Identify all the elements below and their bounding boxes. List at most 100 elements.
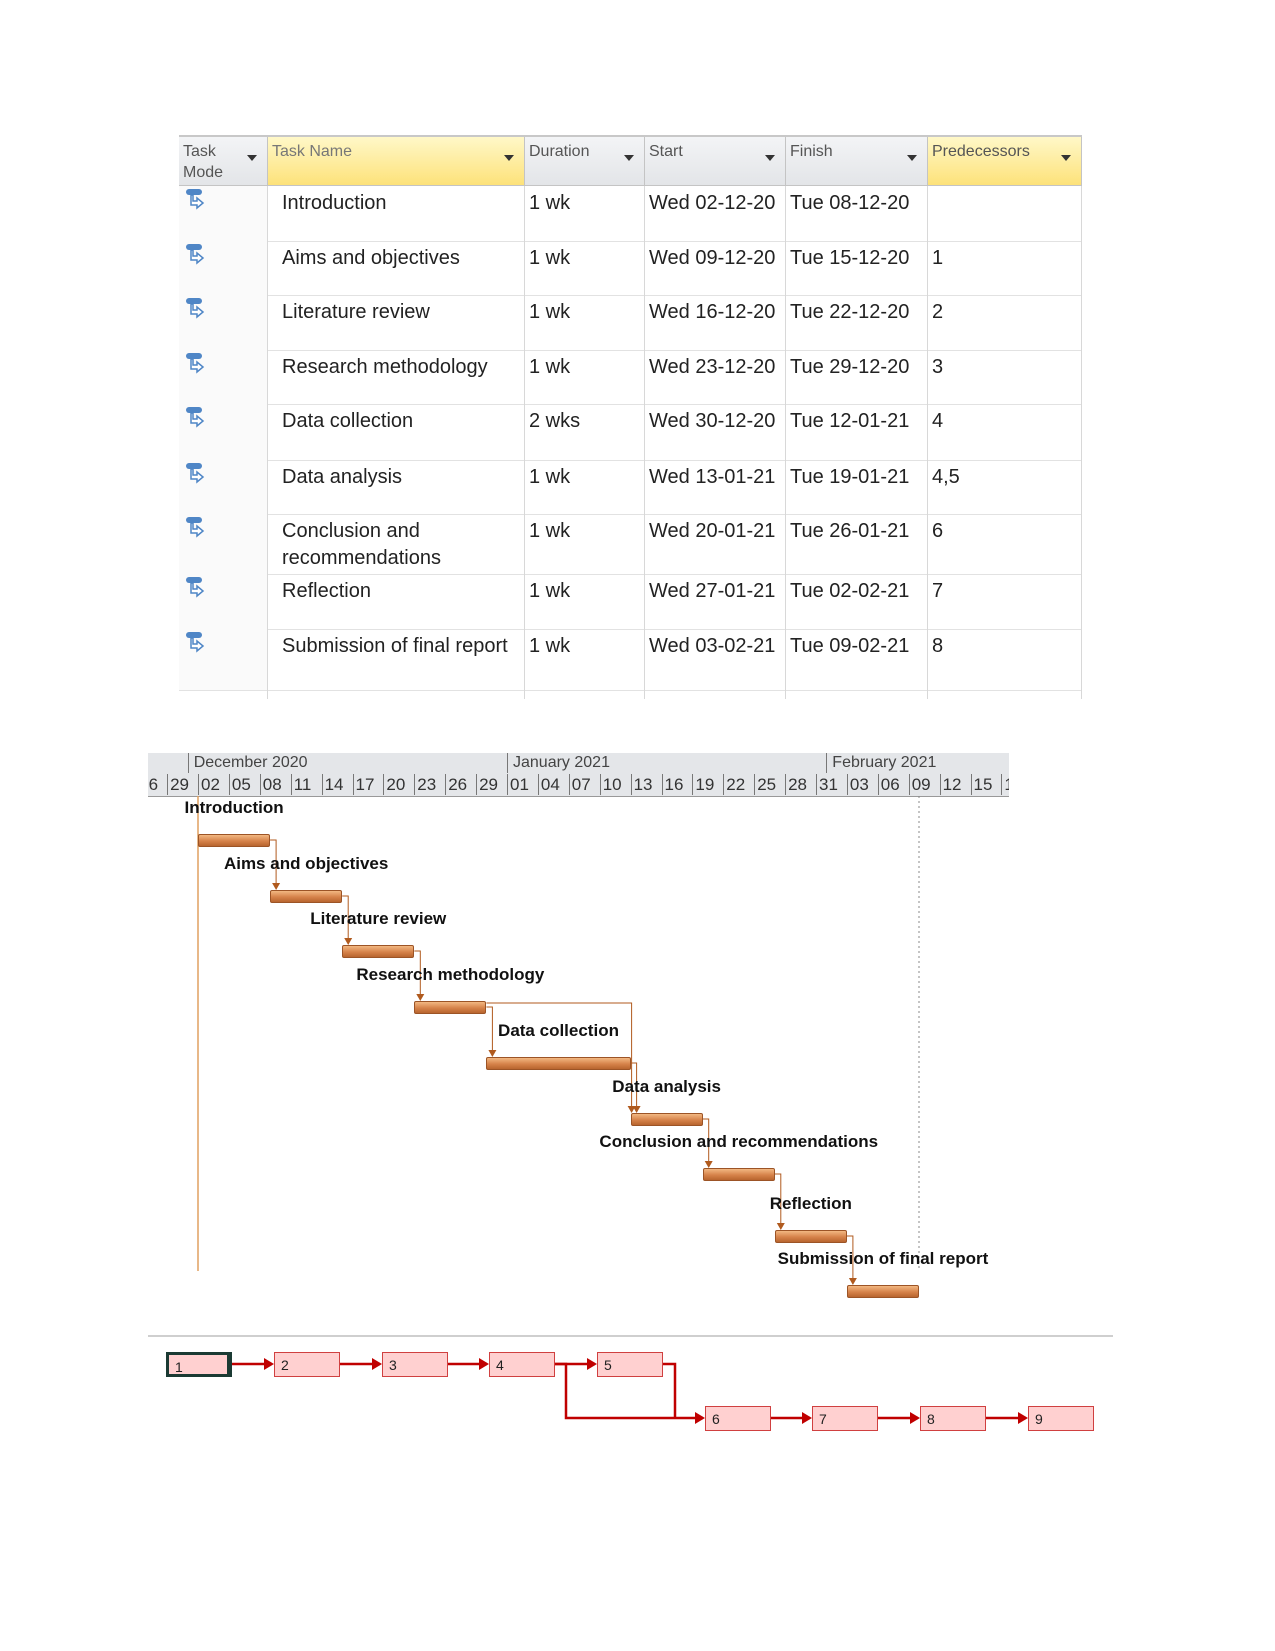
cell-start[interactable]: Wed 20-01-21 xyxy=(645,514,786,574)
table-row[interactable]: Literature review 1 wk Wed 16-12-20 Tue 22-… xyxy=(179,295,1082,351)
cell-start[interactable]: Wed 30-12-20 xyxy=(645,404,786,460)
column-header-predecessors[interactable]: Predecessors xyxy=(928,137,1082,186)
table-row[interactable]: Submission of final report 1 wk Wed 03-02-… xyxy=(179,629,1082,691)
column-header-duration[interactable]: Duration xyxy=(525,137,645,186)
node-id: 2 xyxy=(281,1357,289,1373)
cell-empty xyxy=(928,690,1082,699)
dropdown-arrow-icon[interactable] xyxy=(765,155,775,161)
auto-scheduled-task-icon xyxy=(186,298,205,319)
cell-predecessors[interactable]: 8 xyxy=(928,629,1082,690)
gantt-bar[interactable] xyxy=(630,1113,703,1126)
cell-predecessors[interactable]: 4 xyxy=(928,404,1082,460)
gantt-bar[interactable] xyxy=(774,1230,847,1243)
cell-finish[interactable]: Tue 19-01-21 xyxy=(786,460,928,514)
cell-start[interactable]: Wed 09-12-20 xyxy=(645,241,786,295)
cell-finish[interactable]: Tue 26-01-21 xyxy=(786,514,928,574)
column-header-task-name[interactable]: Task Name xyxy=(268,137,525,186)
cell-duration[interactable]: 1 wk xyxy=(525,629,645,690)
duration-value: 1 wk xyxy=(529,356,571,378)
cell-task-name[interactable]: Aims and objectives xyxy=(268,241,525,295)
cell-finish[interactable]: Tue 09-02-21 xyxy=(786,629,928,690)
predecessors-value: 4 xyxy=(932,410,944,432)
cell-duration[interactable]: 1 wk xyxy=(525,460,645,514)
start-value: Wed 23-12-20 xyxy=(649,356,776,378)
table-row[interactable]: Research methodology 1 wk Wed 23-12-20 Tue … xyxy=(179,350,1082,405)
cell-duration[interactable]: 1 wk xyxy=(525,574,645,629)
cell-task-name[interactable]: Conclusion and recommendations xyxy=(268,514,525,574)
link-arrowhead xyxy=(704,1161,713,1168)
network-node[interactable]: 6 xyxy=(705,1406,771,1431)
cell-duration[interactable]: 1 wk xyxy=(525,514,645,574)
cell-finish[interactable]: Tue 12-01-21 xyxy=(786,404,928,460)
cell-predecessors[interactable] xyxy=(928,186,1082,241)
cell-start[interactable]: Wed 23-12-20 xyxy=(645,350,786,404)
cell-start[interactable]: Wed 02-12-20 xyxy=(645,186,786,241)
view-divider[interactable] xyxy=(148,1335,1113,1337)
cell-predecessors[interactable]: 4,5 xyxy=(928,460,1082,514)
finish-value: Tue 08-12-20 xyxy=(790,192,910,214)
cell-duration[interactable]: 2 wks xyxy=(525,404,645,460)
cell-start[interactable]: Wed 27-01-21 xyxy=(645,574,786,629)
cell-finish[interactable]: Tue 15-12-20 xyxy=(786,241,928,295)
network-node[interactable]: 8 xyxy=(920,1406,986,1431)
cell-predecessors[interactable]: 1 xyxy=(928,241,1082,295)
cell-predecessors[interactable]: 6 xyxy=(928,514,1082,574)
gantt-bar[interactable] xyxy=(270,890,343,903)
cell-task-name[interactable]: Data analysis xyxy=(268,460,525,514)
network-node[interactable]: 1 xyxy=(166,1352,232,1377)
table-row[interactable]: Aims and objectives 1 wk Wed 09-12-20 Tue 1… xyxy=(179,241,1082,296)
start-value: Wed 13-01-21 xyxy=(649,466,776,488)
cell-duration[interactable]: 1 wk xyxy=(525,241,645,295)
cell-finish[interactable]: Tue 22-12-20 xyxy=(786,295,928,350)
dropdown-arrow-icon[interactable] xyxy=(247,155,257,161)
column-header-task-mode[interactable]: Task Mode xyxy=(179,137,268,186)
gantt-bar[interactable] xyxy=(342,945,415,958)
cell-task-name[interactable]: Literature review xyxy=(268,295,525,350)
column-label: Finish xyxy=(790,143,833,160)
cell-task-name[interactable]: Data collection xyxy=(268,404,525,460)
dropdown-arrow-icon[interactable] xyxy=(504,155,514,161)
cell-finish[interactable]: Tue 29-12-20 xyxy=(786,350,928,404)
table-row[interactable]: Conclusion and recommendations 1 wk Wed 20… xyxy=(179,514,1082,575)
table-row[interactable]: Reflection 1 wk Wed 27-01-21 Tue 02-02-21 7 xyxy=(179,574,1082,630)
gantt-bar[interactable] xyxy=(846,1285,919,1298)
cell-predecessors[interactable]: 2 xyxy=(928,295,1082,350)
table-row[interactable]: Data analysis 1 wk Wed 13-01-21 Tue 19-01-2… xyxy=(179,460,1082,515)
gantt-bar[interactable] xyxy=(198,834,271,847)
cell-duration[interactable]: 1 wk xyxy=(525,186,645,241)
table-row[interactable]: Data collection 2 wks Wed 30-12-20 Tue 12-0… xyxy=(179,404,1082,461)
cell-predecessors[interactable]: 3 xyxy=(928,350,1082,404)
cell-finish[interactable]: Tue 08-12-20 xyxy=(786,186,928,241)
table-row-empty[interactable] xyxy=(179,690,1082,699)
gantt-bar[interactable] xyxy=(702,1168,775,1181)
network-node[interactable]: 9 xyxy=(1028,1406,1094,1431)
cell-task-name[interactable]: Reflection xyxy=(268,574,525,629)
gantt-bar[interactable] xyxy=(486,1057,631,1070)
cell-start[interactable]: Wed 13-01-21 xyxy=(645,460,786,514)
cell-start[interactable]: Wed 16-12-20 xyxy=(645,295,786,350)
network-node[interactable]: 5 xyxy=(597,1352,663,1377)
cell-predecessors[interactable]: 7 xyxy=(928,574,1082,629)
link-arrowhead xyxy=(488,1050,497,1057)
cell-task-name[interactable]: Submission of final report xyxy=(268,629,525,690)
gantt-bar[interactable] xyxy=(414,1001,487,1014)
column-header-finish[interactable]: Finish xyxy=(786,137,928,186)
cell-finish[interactable]: Tue 02-02-21 xyxy=(786,574,928,629)
task-name-value: Submission of final report xyxy=(282,635,508,657)
dropdown-arrow-icon[interactable] xyxy=(907,155,917,161)
network-node[interactable]: 3 xyxy=(382,1352,448,1377)
cell-start[interactable]: Wed 03-02-21 xyxy=(645,629,786,690)
network-node[interactable]: 4 xyxy=(489,1352,555,1377)
table-row[interactable]: Introduction 1 wk Wed 02-12-20 Tue 08-12-20 xyxy=(179,186,1082,242)
network-node[interactable]: 7 xyxy=(812,1406,878,1431)
cell-duration[interactable]: 1 wk xyxy=(525,295,645,350)
column-header-start[interactable]: Start xyxy=(645,137,786,186)
cell-duration[interactable]: 1 wk xyxy=(525,350,645,404)
dropdown-arrow-icon[interactable] xyxy=(1061,155,1071,161)
cell-task-name[interactable]: Research methodology xyxy=(268,350,525,404)
network-node[interactable]: 2 xyxy=(274,1352,340,1377)
task-name-value: Literature review xyxy=(282,301,430,323)
dropdown-arrow-icon[interactable] xyxy=(624,155,634,161)
network-arrowhead xyxy=(910,1412,920,1424)
cell-task-name[interactable]: Introduction xyxy=(268,186,525,241)
